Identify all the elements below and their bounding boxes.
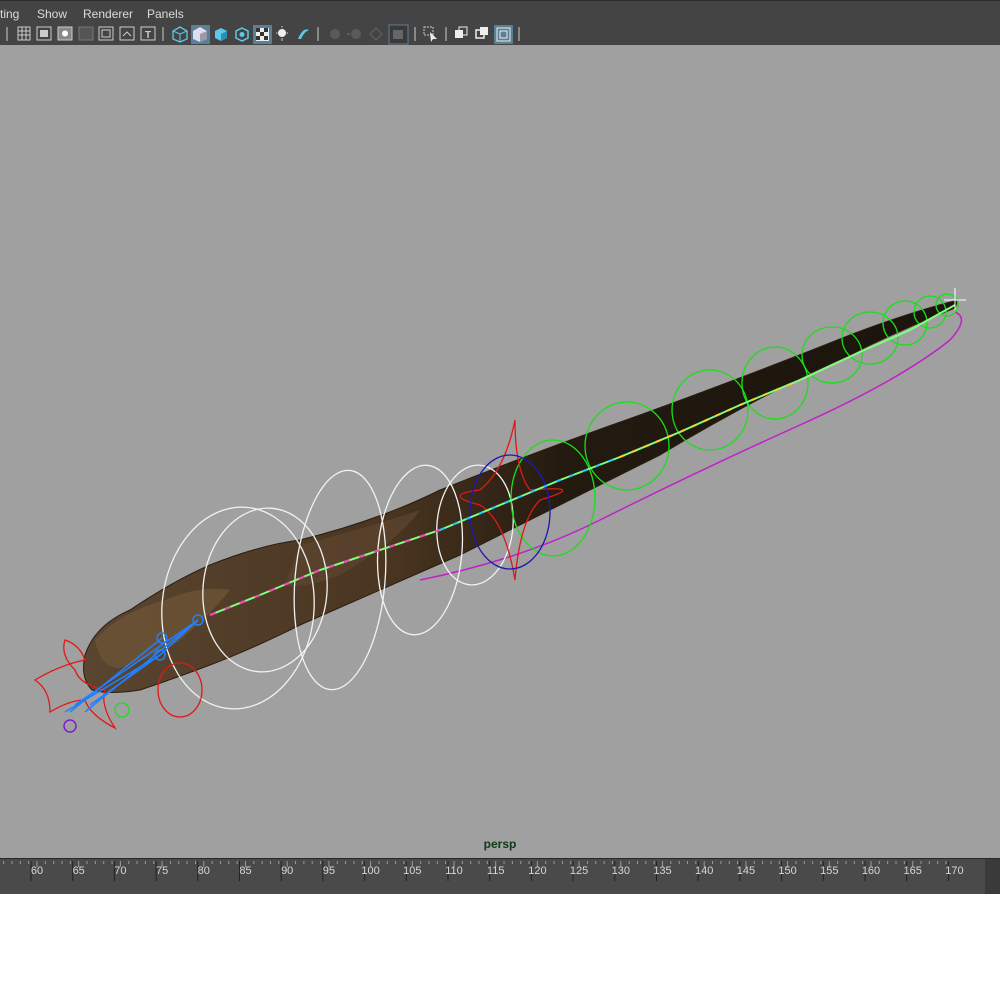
timeline-tick-label: 100 (361, 865, 379, 877)
timeline-end-cap (985, 859, 1000, 895)
depth-of-field-icon[interactable] (388, 24, 409, 45)
textured-icon[interactable] (253, 25, 272, 44)
timeline-tick-label: 120 (528, 865, 546, 877)
timeline-tick-label: 170 (945, 865, 963, 877)
isolate-select-icon[interactable] (423, 26, 437, 42)
resolution-gate-icon[interactable] (57, 26, 73, 41)
toolbar-separator (414, 27, 416, 41)
use-lights-icon[interactable] (276, 26, 288, 41)
camera-label: persp (483, 837, 517, 851)
field-chart-icon[interactable] (98, 26, 114, 41)
timeline-tick-label: 150 (778, 865, 796, 877)
camera-select-icon[interactable] (17, 26, 31, 41)
timeline-tick-label: 80 (198, 865, 210, 877)
viewport-toolbar: T (0, 24, 1000, 45)
timeline-tick-label: 85 (239, 865, 251, 877)
shadows-icon[interactable] (298, 29, 309, 39)
timeline-tick-label: 115 (487, 865, 505, 877)
toolbar-separator (317, 27, 319, 41)
timeline-tick-label: 70 (114, 865, 126, 877)
ambient-occlusion-icon[interactable] (330, 29, 340, 39)
timeline-tick-label: 155 (820, 865, 838, 877)
menu-bar: ting Show Renderer Panels (0, 0, 1000, 25)
hud-icon[interactable] (494, 25, 513, 44)
empty-area (0, 894, 1000, 1000)
xray-icon[interactable] (235, 27, 249, 42)
xray-joints-icon[interactable] (455, 26, 468, 38)
menu-renderer[interactable]: Renderer (83, 7, 133, 21)
safe-title-icon[interactable]: T (140, 26, 156, 41)
timeline-tick-label: 75 (156, 865, 168, 877)
safe-action-icon[interactable] (119, 26, 135, 41)
anti-aliasing-icon[interactable] (368, 26, 384, 42)
timeline-tick-label: 105 (403, 865, 421, 877)
time-slider[interactable]: 60 65 70 75 80 85 90 95 100 105 110 115 120 125 130 135… (0, 858, 1000, 895)
timeline-tick-label: 145 (737, 865, 755, 877)
timeline-tick-label: 65 (73, 865, 85, 877)
menu-panels[interactable]: Panels (147, 7, 184, 21)
timeline-tick-label: 95 (323, 865, 335, 877)
timeline-tick-label: 60 (31, 865, 43, 877)
toolbar-separator (445, 27, 447, 41)
jaw-control[interactable] (63, 719, 77, 733)
smooth-shade-icon[interactable] (191, 25, 210, 44)
default-material-icon[interactable] (215, 28, 227, 41)
timeline-tick-label: 135 (653, 865, 671, 877)
timeline-tick-label: 165 (904, 865, 922, 877)
film-gate-icon[interactable] (36, 26, 52, 41)
menu-lighting[interactable]: ting (0, 7, 19, 21)
timeline-tick-label: 160 (862, 865, 880, 877)
perspective-viewport[interactable]: persp (0, 45, 1000, 858)
toolbar-separator (162, 27, 164, 41)
wireframe-icon[interactable] (172, 26, 188, 43)
gate-mask-icon[interactable] (78, 26, 94, 41)
motion-blur-icon[interactable] (347, 29, 361, 39)
xray-active-icon[interactable] (475, 27, 488, 39)
svg-text:T: T (145, 30, 151, 41)
toolbar-separator (6, 27, 8, 41)
timeline-tick-label: 140 (695, 865, 713, 877)
toolbar-separator (518, 27, 520, 41)
timeline-tick-label: 130 (612, 865, 630, 877)
timeline-tick-label: 110 (445, 865, 463, 877)
spline-curve[interactable] (419, 311, 963, 581)
menu-show[interactable]: Show (37, 7, 67, 21)
timeline-tick-label: 125 (570, 865, 588, 877)
timeline-tick-label: 90 (281, 865, 293, 877)
